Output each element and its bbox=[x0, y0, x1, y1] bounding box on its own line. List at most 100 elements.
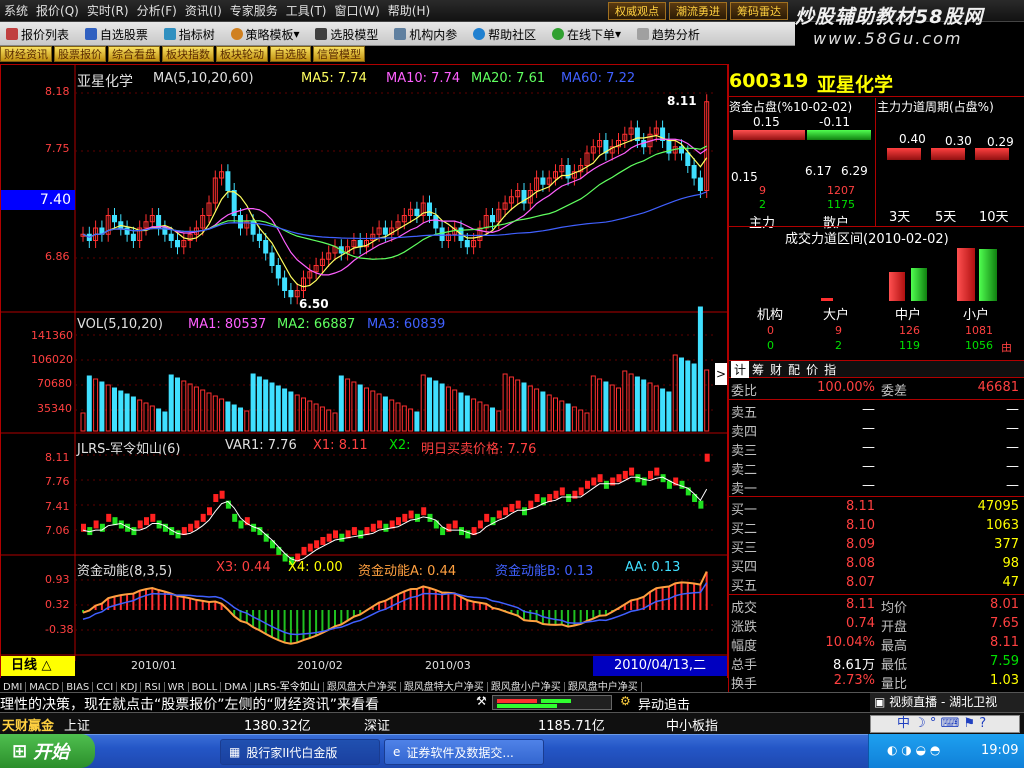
volume-bar bbox=[477, 401, 483, 432]
tab-sector-rotation[interactable]: 板块轮动 bbox=[216, 46, 268, 62]
stock-name-label: 亚星化学 bbox=[77, 74, 133, 90]
sh-label[interactable]: 上证 bbox=[64, 715, 90, 734]
toolbar-help-community[interactable]: 帮助社区 bbox=[467, 22, 542, 46]
chevron-down-icon: ▾ bbox=[614, 27, 621, 41]
sz-label[interactable]: 深证 bbox=[364, 715, 390, 734]
tab-favorites[interactable]: 自选股 bbox=[270, 46, 311, 62]
indicator-tab[interactable]: 跟风盘特大户净买 bbox=[400, 682, 488, 692]
start-button[interactable]: ⊞ 开始 bbox=[0, 734, 95, 768]
volume-bar bbox=[483, 404, 489, 432]
indicator-tab[interactable]: MACD bbox=[26, 682, 64, 692]
indicator-tab[interactable]: 跟风盘中户净买 bbox=[564, 682, 642, 692]
candle bbox=[275, 265, 281, 279]
indicator-tab[interactable]: 跟风盘小户净买 bbox=[487, 682, 565, 692]
volume-bar bbox=[420, 374, 426, 432]
jlrs-bar bbox=[188, 523, 194, 532]
ticker-text[interactable]: 理性的决策，现在就点击“股票报价”左侧的“财经资讯”来看看 bbox=[0, 694, 379, 714]
menu-help[interactable]: 帮助(H) bbox=[384, 0, 434, 22]
task-stock-app[interactable]: ▦ 股行家II代白金版 bbox=[220, 739, 380, 765]
jlrs-y-tick: 7.41 bbox=[45, 500, 70, 513]
indicator-tab[interactable]: DMA bbox=[221, 682, 252, 692]
menu-expert[interactable]: 专家服务 bbox=[226, 0, 282, 22]
ime-bar[interactable]: 中 ☽ ° ⌨ ⚑ ? bbox=[870, 715, 1020, 733]
menu-system[interactable]: 系统 bbox=[0, 0, 32, 22]
volume-bar bbox=[238, 407, 243, 432]
task-browser[interactable]: e 证券软件及数据交... bbox=[384, 739, 544, 765]
jlrs-bar bbox=[591, 477, 597, 486]
indicator-tab[interactable]: CCI bbox=[93, 682, 118, 692]
toolbar-strategy[interactable]: 策略模板 ▾ bbox=[225, 22, 306, 46]
toolbar-online-order[interactable]: 在线下单 ▾ bbox=[546, 22, 627, 46]
toolbar-favorites[interactable]: 自选股票 bbox=[79, 22, 154, 46]
sme-label[interactable]: 中小板指 bbox=[666, 715, 718, 734]
range-bar-big bbox=[821, 298, 833, 301]
indicator-tab[interactable]: 跟风盘大户净买 bbox=[323, 682, 401, 692]
jlrs-bar bbox=[528, 500, 534, 509]
tab-calc[interactable]: 计 bbox=[731, 361, 750, 378]
tab-index[interactable]: 指 bbox=[821, 361, 839, 378]
jlrs-bar bbox=[477, 520, 483, 529]
menu-info[interactable]: 资讯(I) bbox=[181, 0, 226, 22]
top-button-trend[interactable]: 潮流勇进 bbox=[669, 2, 727, 20]
fund-main-label: 主力 bbox=[749, 216, 776, 231]
jlrs-y-tick: 7.76 bbox=[45, 475, 70, 488]
indicator-tabs: DMI MACD BIAS CCI KDJ RSI WR BOLL DMA JLRS-军令如山 跟风… bbox=[0, 678, 728, 692]
panel-collapse-arrow-icon[interactable]: > bbox=[715, 363, 727, 385]
tab-allot[interactable]: 配 bbox=[785, 361, 803, 378]
tab-price[interactable]: 价 bbox=[803, 361, 821, 378]
stat-row: 总手 8.61万 最低 7.59 bbox=[731, 654, 1019, 673]
volume-bar bbox=[471, 398, 477, 432]
period-selector[interactable]: 日线 △ bbox=[1, 656, 75, 676]
menu-analysis[interactable]: 分析(F) bbox=[133, 0, 181, 22]
jlrs-bar bbox=[654, 467, 660, 476]
candle bbox=[540, 177, 546, 185]
volume-bar bbox=[143, 402, 149, 432]
tab-finance[interactable]: 财 bbox=[767, 361, 785, 378]
menu-tools[interactable]: 工具(T) bbox=[282, 0, 331, 22]
volume-bar bbox=[439, 383, 445, 432]
toolbar-institution[interactable]: 机构内参 bbox=[388, 22, 463, 46]
indicator-tab[interactable]: RSI bbox=[141, 682, 165, 692]
volume-bar bbox=[105, 384, 111, 432]
indicator-tab[interactable]: BOLL bbox=[188, 682, 222, 692]
chart-area[interactable]: 亚星化学 MA(5,10,20,60) MA5: 7.74 MA10: 7.74… bbox=[0, 64, 728, 680]
indicator-tab[interactable]: WR bbox=[164, 682, 189, 692]
toolbar-quote-list[interactable]: 报价列表 bbox=[0, 22, 75, 46]
indicator-tab[interactable]: BIAS bbox=[63, 682, 94, 692]
tree-icon bbox=[163, 28, 176, 40]
range-sell: 0 bbox=[767, 339, 774, 352]
menu-window[interactable]: 窗口(W) bbox=[331, 0, 384, 22]
toolbar-trend-analysis[interactable]: 趋势分析 bbox=[631, 22, 706, 46]
top-button-chip[interactable]: 筹码雷达 bbox=[730, 2, 788, 20]
alert-chase-button[interactable]: 异动追击 bbox=[638, 694, 690, 713]
range-bar-mid-sell bbox=[911, 268, 927, 301]
model-icon bbox=[315, 28, 328, 40]
tray-icons[interactable]: ◐ ◑ ◒ ◓ bbox=[887, 743, 940, 757]
toolbar: 报价列表 自选股票 指标树 策略模板 ▾ 选股模型 机构内参 帮助社区 在线下单 ▾… bbox=[0, 22, 795, 46]
menu-realtime[interactable]: 实时(R) bbox=[83, 0, 133, 22]
candle bbox=[168, 233, 174, 241]
tab-model[interactable]: 信管模型 bbox=[313, 46, 365, 62]
range-sell: 119 bbox=[899, 339, 920, 352]
cycle-v2: 0.30 bbox=[945, 134, 972, 148]
jlrs-bar bbox=[692, 494, 698, 503]
tab-news[interactable]: 财经资讯 bbox=[0, 46, 52, 62]
top-button-authority[interactable]: 权威观点 bbox=[608, 2, 666, 20]
jlrs-bar bbox=[370, 523, 376, 532]
video-live[interactable]: ▣ 视频直播 - 湖北卫视 bbox=[870, 693, 1024, 712]
tab-quotes[interactable]: 股票报价 bbox=[54, 46, 106, 62]
indicator-tab[interactable]: DMI bbox=[0, 682, 27, 692]
tab-overview[interactable]: 综合看盘 bbox=[108, 46, 160, 62]
gear-icon[interactable]: ⚙ bbox=[620, 694, 634, 710]
tab-chip[interactable]: 筹 bbox=[749, 361, 767, 378]
menu-quote[interactable]: 报价(Q) bbox=[32, 0, 83, 22]
jlrs-bar bbox=[559, 487, 565, 496]
toolbar-stock-model[interactable]: 选股模型 bbox=[309, 22, 384, 46]
volume-bar bbox=[338, 375, 344, 432]
ask-row: 卖二 — — bbox=[731, 459, 1019, 478]
indicator-tab[interactable]: KDJ bbox=[117, 682, 142, 692]
tab-sector-index[interactable]: 板块指数 bbox=[162, 46, 214, 62]
toolbar-indicator-tree[interactable]: 指标树 bbox=[158, 22, 221, 46]
indicator-tab[interactable]: JLRS-军令如山 bbox=[251, 682, 324, 692]
tools-icon[interactable]: ⚒ bbox=[476, 694, 490, 710]
